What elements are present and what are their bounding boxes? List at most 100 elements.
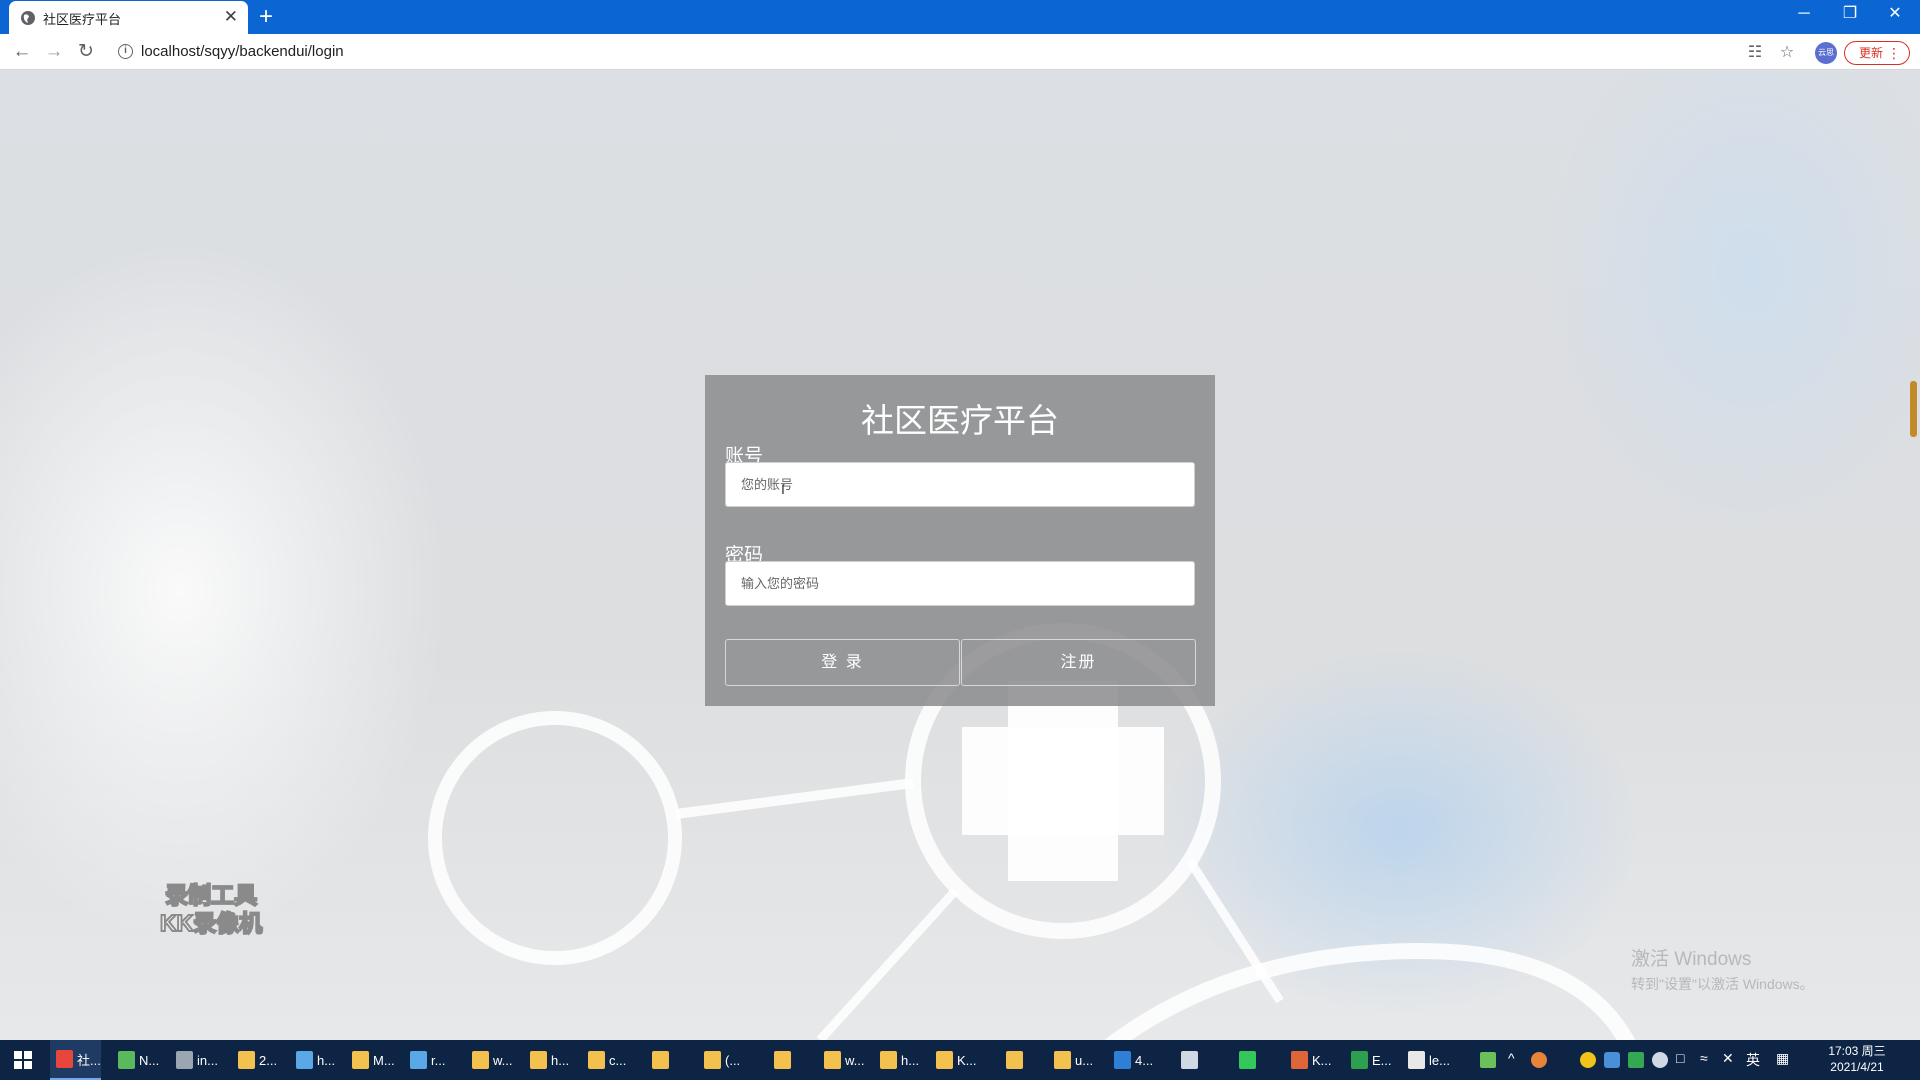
new-tab-button[interactable]: + [259, 3, 273, 31]
taskbar-app[interactable]: u... [1048, 1040, 1093, 1080]
scrollbar-thumb[interactable] [1910, 381, 1917, 437]
taskbar-app[interactable]: 2... [232, 1040, 277, 1080]
keyboard-icon[interactable]: ▦ [1776, 1050, 1789, 1067]
app-icon [176, 1051, 193, 1069]
taskbar-app[interactable]: le... [1402, 1040, 1450, 1080]
taskbar-app-label: (... [725, 1052, 741, 1068]
taskbar-app[interactable]: h... [524, 1040, 569, 1080]
app-tray-icon[interactable] [1580, 1052, 1596, 1068]
address-bar[interactable]: i localhost/sqyy/backendui/login [112, 38, 1742, 66]
taskbar-app[interactable] [1000, 1040, 1023, 1080]
taskbar-app[interactable]: K... [1285, 1040, 1332, 1080]
menu-dots-icon[interactable]: ⋮ [1887, 42, 1901, 64]
taskbar-app[interactable]: w... [466, 1040, 513, 1080]
taskbar-app[interactable]: c... [582, 1040, 626, 1080]
login-button[interactable]: 登 录 [725, 639, 960, 686]
taskbar-app[interactable] [1233, 1040, 1256, 1080]
wifi-icon[interactable]: ≈ [1700, 1050, 1708, 1066]
taskbar-app[interactable]: (... [698, 1040, 740, 1080]
login-page: 社区医疗平台 账号 密码 登 录 注册 [0, 71, 1920, 1040]
taskbar-app[interactable]: E... [1345, 1040, 1392, 1080]
taskbar-app[interactable]: N... [112, 1040, 159, 1080]
windows-start-icon[interactable] [14, 1051, 32, 1069]
taskbar-app-label: 2... [259, 1052, 278, 1068]
taskbar-app[interactable]: h... [290, 1040, 335, 1080]
translate-icon[interactable]: ☷ [1745, 43, 1765, 63]
taskbar-app-label: u... [1075, 1052, 1094, 1068]
star-icon[interactable]: ☆ [1777, 43, 1797, 63]
clock-time: 17:03 周三 [1828, 1044, 1886, 1058]
app-icon [410, 1051, 427, 1069]
avatar[interactable]: 云思 [1815, 42, 1837, 64]
taskbar-app[interactable]: M... [346, 1040, 395, 1080]
clock-date: 2021/4/21 [1830, 1060, 1884, 1074]
taskbar-app-label: w... [493, 1052, 513, 1068]
taskbar-app[interactable]: h... [874, 1040, 919, 1080]
taskbar-app-label: in... [197, 1052, 218, 1068]
taskbar-app-label: w... [845, 1052, 865, 1068]
info-icon[interactable]: i [118, 44, 133, 59]
taskbar-app[interactable] [768, 1040, 791, 1080]
wechat-tray-icon[interactable] [1652, 1052, 1668, 1068]
app-icon [238, 1051, 255, 1069]
nvidia-icon[interactable] [1628, 1052, 1644, 1068]
app-icon [588, 1051, 605, 1069]
url-text: localhost/sqyy/backendui/login [141, 43, 344, 60]
ime-indicator[interactable]: 英 [1746, 1050, 1760, 1070]
update-button[interactable]: 更新 ⋮ [1844, 41, 1910, 65]
taskbar-app-label: h... [901, 1052, 920, 1068]
cube-icon[interactable] [1604, 1052, 1620, 1068]
mute-icon[interactable]: ✕ [1722, 1050, 1734, 1067]
network-icon[interactable]: □ [1676, 1050, 1684, 1066]
activate-windows-notice: 激活 Windows 转到"设置"以激活 Windows。 [1631, 944, 1814, 994]
app-icon [530, 1051, 547, 1069]
app-icon [1181, 1051, 1198, 1069]
taskbar: 社... N... in... 2... h... M... r... w... h... c..… [0, 1040, 1920, 1080]
taskbar-app[interactable]: r... [404, 1040, 445, 1080]
browser-tab[interactable]: 社区医疗平台 ✕ [9, 1, 248, 34]
taskbar-app[interactable]: in... [170, 1040, 218, 1080]
update-label: 更新 [1859, 46, 1884, 60]
back-icon[interactable]: ← [10, 40, 34, 64]
taskbar-app[interactable] [646, 1040, 669, 1080]
login-form: 社区医疗平台 账号 密码 登 录 注册 [705, 375, 1215, 706]
taskbar-app-label: N... [139, 1052, 160, 1068]
security-icon[interactable] [1531, 1052, 1547, 1068]
taskbar-app-label: h... [317, 1052, 336, 1068]
browser-toolbar: ← → ↻ i localhost/sqyy/backendui/login ☷… [0, 34, 1920, 70]
forward-icon[interactable]: → [42, 40, 66, 64]
taskbar-app[interactable]: K... [930, 1040, 977, 1080]
register-button[interactable]: 注册 [961, 639, 1196, 686]
taskbar-app-label: 4... [1135, 1052, 1154, 1068]
minimize-icon[interactable]: ─ [1789, 4, 1819, 24]
page-title: 社区医疗平台 [861, 402, 1059, 439]
watermark-line2: KK录像机 [159, 909, 263, 937]
taskbar-app[interactable]: w... [818, 1040, 865, 1080]
taskbar-app[interactable]: 社... [50, 1040, 101, 1080]
account-input[interactable] [725, 462, 1195, 507]
app-icon [1291, 1051, 1308, 1069]
app-icon [880, 1051, 897, 1069]
battery-icon[interactable] [1480, 1052, 1496, 1068]
recorder-watermark: 录制工具 KK录像机 [159, 881, 263, 937]
app-icon [1408, 1051, 1425, 1069]
taskbar-app-label: E... [1372, 1052, 1392, 1068]
password-input[interactable] [725, 561, 1195, 606]
close-tab-icon[interactable]: ✕ [224, 7, 238, 27]
taskbar-app[interactable] [1175, 1040, 1198, 1080]
restore-icon[interactable]: ❐ [1835, 4, 1865, 24]
clock[interactable]: 17:03 周三 2021/4/21 [1812, 1043, 1902, 1075]
taskbar-app-label: r... [431, 1052, 446, 1068]
watermark-line1: 录制工具 [164, 881, 258, 909]
taskbar-app[interactable]: 4... [1108, 1040, 1153, 1080]
app-icon [296, 1051, 313, 1069]
tab-title: 社区医疗平台 [43, 12, 122, 27]
chevron-up-icon[interactable]: ^ [1508, 1050, 1515, 1066]
close-window-icon[interactable]: ✕ [1880, 4, 1910, 24]
taskbar-app-label: K... [957, 1052, 977, 1068]
app-icon [1351, 1051, 1368, 1069]
reload-icon[interactable]: ↻ [74, 40, 98, 64]
app-icon [1054, 1051, 1071, 1069]
taskbar-app-label: 社... [77, 1052, 101, 1068]
text-cursor-icon: I [781, 481, 785, 497]
